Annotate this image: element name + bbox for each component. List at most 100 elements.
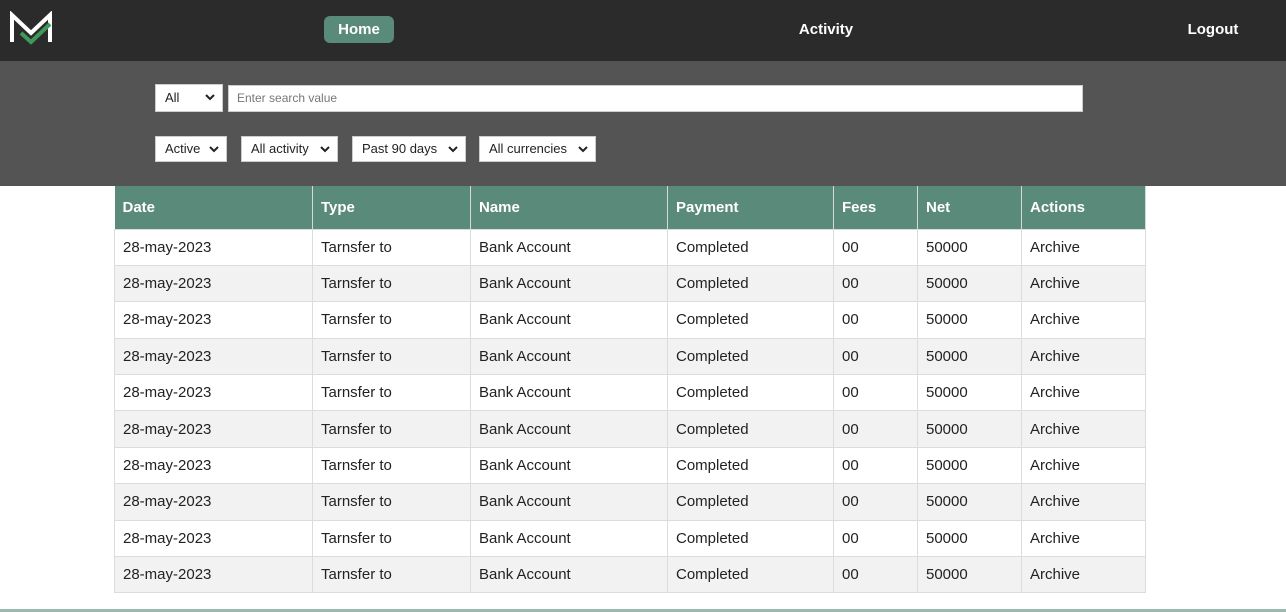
cell-date: 28-may-2023 xyxy=(114,301,313,339)
transactions-table: Date Type Name Payment Fees Net Actions … xyxy=(114,186,1146,594)
table-body: 28-may-2023 Tarnsfer to Bank Account Comple… xyxy=(114,228,1146,594)
cell-payment: Completed xyxy=(667,228,834,266)
cell-name: Bank Account xyxy=(470,374,668,412)
cell-name: Bank Account xyxy=(470,410,668,448)
nav-logout-link[interactable]: Logout xyxy=(1178,16,1248,43)
table-row[interactable]: 28-may-2023 Tarnsfer to Bank Account Comple… xyxy=(114,301,1146,339)
archive-action-link[interactable]: Archive xyxy=(1021,519,1146,558)
top-nav-bar: Home Activity Logout xyxy=(0,0,1286,61)
table-row[interactable]: 28-may-2023 Tarnsfer to Bank Account Comple… xyxy=(114,446,1146,485)
cell-name: Bank Account xyxy=(470,337,668,376)
cell-name: Bank Account xyxy=(470,446,668,485)
cell-name: Bank Account xyxy=(470,519,668,558)
cell-date: 28-may-2023 xyxy=(114,410,313,448)
status-select[interactable]: Active xyxy=(155,136,227,162)
cell-type: Tarnsfer to xyxy=(312,374,471,412)
archive-action-link[interactable]: Archive xyxy=(1021,301,1146,339)
archive-action-link[interactable]: Archive xyxy=(1021,228,1146,266)
cell-date: 28-may-2023 xyxy=(114,264,313,303)
cell-name: Bank Account xyxy=(470,301,668,339)
currency-select[interactable]: All currencies xyxy=(479,136,596,162)
cell-type: Tarnsfer to xyxy=(312,228,471,266)
cell-fees: 00 xyxy=(833,337,918,376)
archive-action-link[interactable]: Archive xyxy=(1021,446,1146,485)
cell-type: Tarnsfer to xyxy=(312,483,471,521)
header-type[interactable]: Type xyxy=(312,186,471,229)
table-row[interactable]: 28-may-2023 Tarnsfer to Bank Account Comple… xyxy=(114,556,1146,594)
brand-logo[interactable] xyxy=(9,11,53,45)
header-date[interactable]: Date xyxy=(114,186,313,229)
table-row[interactable]: 28-may-2023 Tarnsfer to Bank Account Comple… xyxy=(114,228,1146,266)
table-row[interactable]: 28-may-2023 Tarnsfer to Bank Account Comple… xyxy=(114,374,1146,412)
cell-fees: 00 xyxy=(833,446,918,485)
cell-fees: 00 xyxy=(833,556,918,594)
cell-type: Tarnsfer to xyxy=(312,410,471,448)
search-scope-value: All xyxy=(165,90,180,105)
cell-net: 50000 xyxy=(917,519,1022,558)
cell-payment: Completed xyxy=(667,446,834,485)
cell-net: 50000 xyxy=(917,556,1022,594)
cell-net: 50000 xyxy=(917,374,1022,412)
cell-type: Tarnsfer to xyxy=(312,556,471,594)
cell-payment: Completed xyxy=(667,556,834,594)
archive-action-link[interactable]: Archive xyxy=(1021,264,1146,303)
cell-type: Tarnsfer to xyxy=(312,337,471,376)
cell-date: 28-may-2023 xyxy=(114,228,313,266)
cell-date: 28-may-2023 xyxy=(114,483,313,521)
nav-home-button[interactable]: Home xyxy=(324,16,394,43)
cell-payment: Completed xyxy=(667,374,834,412)
cell-name: Bank Account xyxy=(470,228,668,266)
table-row[interactable]: 28-may-2023 Tarnsfer to Bank Account Comple… xyxy=(114,410,1146,448)
cell-net: 50000 xyxy=(917,228,1022,266)
cell-type: Tarnsfer to xyxy=(312,301,471,339)
archive-action-link[interactable]: Archive xyxy=(1021,337,1146,376)
filter-bar xyxy=(0,61,1286,186)
activity-type-select[interactable]: All activity xyxy=(241,136,338,162)
archive-action-link[interactable]: Archive xyxy=(1021,483,1146,521)
cell-name: Bank Account xyxy=(470,483,668,521)
cell-payment: Completed xyxy=(667,301,834,339)
date-range-select[interactable]: Past 90 days xyxy=(352,136,466,162)
cell-net: 50000 xyxy=(917,301,1022,339)
header-payment[interactable]: Payment xyxy=(667,186,834,229)
cell-net: 50000 xyxy=(917,264,1022,303)
search-scope-select[interactable]: All xyxy=(155,84,223,112)
table-row[interactable]: 28-may-2023 Tarnsfer to Bank Account Comple… xyxy=(114,264,1146,303)
cell-type: Tarnsfer to xyxy=(312,264,471,303)
cell-payment: Completed xyxy=(667,410,834,448)
cell-date: 28-may-2023 xyxy=(114,556,313,594)
table-header-row: Date Type Name Payment Fees Net Actions xyxy=(114,186,1146,229)
activity-type-value: All activity xyxy=(251,141,309,156)
header-name[interactable]: Name xyxy=(470,186,668,229)
cell-name: Bank Account xyxy=(470,264,668,303)
cell-date: 28-may-2023 xyxy=(114,337,313,376)
search-input[interactable]: Enter search value xyxy=(228,85,1083,112)
cell-date: 28-may-2023 xyxy=(114,446,313,485)
cell-net: 50000 xyxy=(917,446,1022,485)
cell-fees: 00 xyxy=(833,228,918,266)
currency-select-value: All currencies xyxy=(489,141,568,156)
chevron-down-icon xyxy=(205,94,215,101)
table-row[interactable]: 28-may-2023 Tarnsfer to Bank Account Comple… xyxy=(114,519,1146,558)
cell-fees: 00 xyxy=(833,519,918,558)
cell-type: Tarnsfer to xyxy=(312,446,471,485)
archive-action-link[interactable]: Archive xyxy=(1021,410,1146,448)
cell-fees: 00 xyxy=(833,301,918,339)
archive-action-link[interactable]: Archive xyxy=(1021,556,1146,594)
header-net[interactable]: Net xyxy=(917,186,1022,229)
nav-activity-link[interactable]: Activity xyxy=(780,16,872,43)
table-row[interactable]: 28-may-2023 Tarnsfer to Bank Account Comple… xyxy=(114,483,1146,521)
cell-date: 28-may-2023 xyxy=(114,519,313,558)
chevron-down-icon xyxy=(578,146,588,153)
cell-payment: Completed xyxy=(667,483,834,521)
cell-fees: 00 xyxy=(833,410,918,448)
header-fees[interactable]: Fees xyxy=(833,186,918,229)
cell-fees: 00 xyxy=(833,264,918,303)
cell-type: Tarnsfer to xyxy=(312,519,471,558)
archive-action-link[interactable]: Archive xyxy=(1021,374,1146,412)
header-actions: Actions xyxy=(1021,186,1146,229)
chevron-down-icon xyxy=(448,146,458,153)
cell-fees: 00 xyxy=(833,374,918,412)
cell-payment: Completed xyxy=(667,519,834,558)
table-row[interactable]: 28-may-2023 Tarnsfer to Bank Account Comple… xyxy=(114,337,1146,376)
